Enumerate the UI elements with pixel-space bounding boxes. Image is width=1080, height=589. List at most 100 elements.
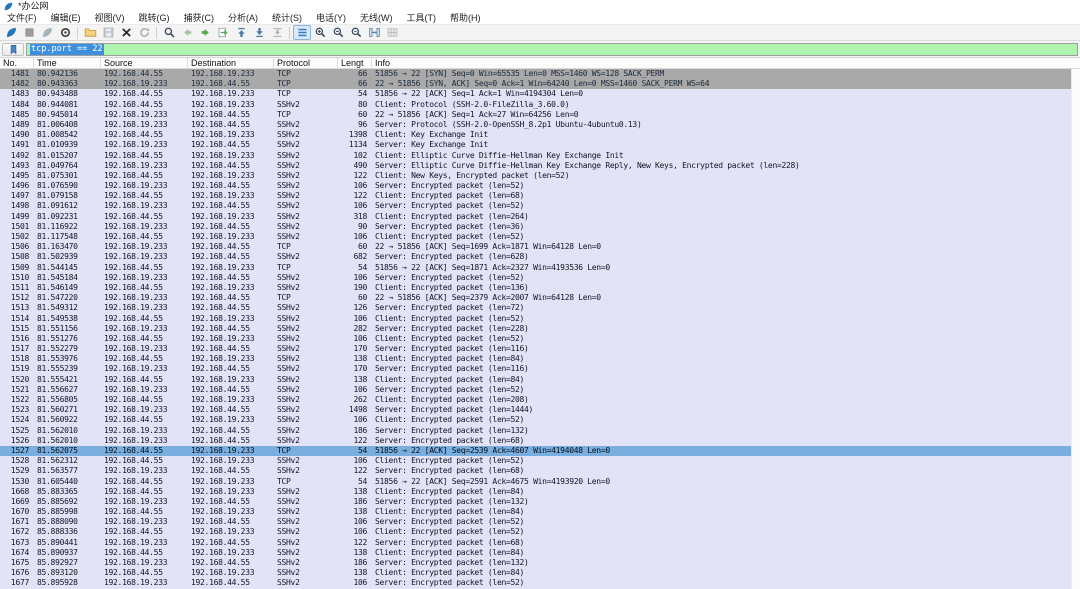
packet-row[interactable]: 149381.049764192.168.19.233192.168.44.55… [0,161,1071,171]
menu-item-2[interactable]: 视图(V) [88,13,132,24]
menu-item-1[interactable]: 编辑(E) [44,13,88,24]
packet-row[interactable]: 148380.943488192.168.44.55192.168.19.233… [0,89,1071,99]
packet-row[interactable]: 151281.547220192.168.19.233192.168.44.55… [0,293,1071,303]
auto-scroll-icon[interactable] [268,25,286,40]
menu-item-3[interactable]: 跳转(G) [132,13,177,24]
column-header-no[interactable]: No. [0,58,34,68]
menu-item-6[interactable]: 统计(S) [265,13,309,24]
reload-file-icon[interactable] [135,25,153,40]
packet-row[interactable]: 150981.544145192.168.44.55192.168.19.233… [0,263,1071,273]
packet-row[interactable]: 149681.076590192.168.19.233192.168.44.55… [0,181,1071,191]
packet-row[interactable]: 150281.117548192.168.44.55192.168.19.233… [0,232,1071,242]
cell-info: Server: Encrypted packet (len=52) [372,385,1071,395]
packet-row[interactable]: 151081.545184192.168.19.233192.168.44.55… [0,273,1071,283]
packet-row[interactable]: 152381.560271192.168.19.233192.168.44.55… [0,405,1071,415]
go-forward-icon[interactable] [196,25,214,40]
packet-row[interactable]: 152581.562010192.168.19.233192.168.44.55… [0,426,1071,436]
cell-time: 80.945014 [34,110,101,120]
packet-row[interactable]: 151681.551276192.168.44.55192.168.19.233… [0,334,1071,344]
column-header-dest[interactable]: Destination [188,58,274,68]
packet-row[interactable]: 167785.895928192.168.19.233192.168.44.55… [0,578,1071,588]
packet-row[interactable]: 167285.888336192.168.44.55192.168.19.233… [0,527,1071,537]
colorize-packets-icon[interactable] [293,25,311,40]
go-last-packet-icon[interactable] [250,25,268,40]
restart-capture-icon[interactable] [38,25,56,40]
menu-item-8[interactable]: 无线(W) [353,13,400,24]
packet-row[interactable]: 149281.015207192.168.44.55192.168.19.233… [0,151,1071,161]
cell-time: 81.117548 [34,232,101,242]
zoom-original-icon[interactable] [347,25,365,40]
packet-row[interactable]: 149881.091612192.168.19.233192.168.44.55… [0,201,1071,211]
zoom-out-icon[interactable] [329,25,347,40]
column-preferences-icon[interactable] [383,25,401,40]
packet-row[interactable]: 149181.010939192.168.19.233192.168.44.55… [0,140,1071,150]
packet-row[interactable]: 151781.552279192.168.19.233192.168.44.55… [0,344,1071,354]
packet-row[interactable]: 152081.555421192.168.44.55192.168.19.233… [0,375,1071,385]
menu-item-5[interactable]: 分析(A) [221,13,265,24]
display-filter-input[interactable]: tcp.port == 22 [26,43,1078,56]
packet-row[interactable]: 151981.555239192.168.19.233192.168.44.55… [0,364,1071,374]
packet-row[interactable]: 149781.079158192.168.44.55192.168.19.233… [0,191,1071,201]
menu-item-4[interactable]: 捕获(C) [177,13,222,24]
column-header-len[interactable]: Lengt [338,58,372,68]
packet-row[interactable]: 166985.885692192.168.19.233192.168.44.55… [0,497,1071,507]
column-header-info[interactable]: Info [372,58,1080,68]
menu-item-7[interactable]: 电话(Y) [309,13,353,24]
packet-row[interactable]: 167085.885998192.168.44.55192.168.19.233… [0,507,1071,517]
packet-row[interactable]: 151481.549538192.168.44.55192.168.19.233… [0,314,1071,324]
packet-row[interactable]: 150881.502939192.168.19.233192.168.44.55… [0,252,1071,262]
packet-row[interactable]: 148580.945014192.168.19.233192.168.44.55… [0,110,1071,120]
packet-row[interactable]: 148180.942136192.168.44.55192.168.19.233… [0,69,1071,79]
packet-row[interactable]: 150181.116922192.168.19.233192.168.44.55… [0,222,1071,232]
go-back-icon[interactable] [178,25,196,40]
menu-item-0[interactable]: 文件(F) [0,13,44,24]
packet-row[interactable]: 149981.092231192.168.44.55192.168.19.233… [0,212,1071,222]
cell-proto: SSHv2 [274,161,338,171]
cell-time: 81.049764 [34,161,101,171]
packet-row[interactable]: 152881.562312192.168.44.55192.168.19.233… [0,456,1071,466]
packet-row[interactable]: 166885.883365192.168.44.55192.168.19.233… [0,487,1071,497]
column-header-proto[interactable]: Protocol [274,58,338,68]
packet-row[interactable]: 151381.549312192.168.19.233192.168.44.55… [0,303,1071,313]
column-header-source[interactable]: Source [101,58,188,68]
stop-capture-icon[interactable] [20,25,38,40]
cell-proto: SSHv2 [274,497,338,507]
packet-row[interactable]: 153081.605440192.168.44.55192.168.19.233… [0,477,1071,487]
packet-row[interactable]: 151581.551156192.168.19.233192.168.44.55… [0,324,1071,334]
packet-row[interactable]: 148981.006408192.168.19.233192.168.44.55… [0,120,1071,130]
packet-row[interactable]: 148480.944081192.168.44.55192.168.19.233… [0,100,1071,110]
save-file-icon[interactable] [99,25,117,40]
go-first-packet-icon[interactable] [232,25,250,40]
find-packet-icon[interactable] [160,25,178,40]
packet-row[interactable]: 152681.562010192.168.19.233192.168.44.55… [0,436,1071,446]
packet-row[interactable]: 149581.075301192.168.44.55192.168.19.233… [0,171,1071,181]
menu-item-9[interactable]: 工具(T) [400,13,444,24]
packet-row[interactable]: 149081.008542192.168.44.55192.168.19.233… [0,130,1071,140]
zoom-in-icon[interactable] [311,25,329,40]
packet-row[interactable]: 150681.163470192.168.19.233192.168.44.55… [0,242,1071,252]
packet-row[interactable]: 151881.553976192.168.44.55192.168.19.233… [0,354,1071,364]
packet-row[interactable]: 167685.893120192.168.44.55192.168.19.233… [0,568,1071,578]
packet-row[interactable]: 152481.560922192.168.44.55192.168.19.233… [0,415,1071,425]
cell-dest: 192.168.44.55 [188,79,274,89]
start-capture-icon[interactable] [2,25,20,40]
packet-row[interactable]: 167485.890937192.168.44.55192.168.19.233… [0,548,1071,558]
capture-options-icon[interactable] [56,25,74,40]
packet-row[interactable]: 152281.556805192.168.44.55192.168.19.233… [0,395,1071,405]
column-header-time[interactable]: Time [34,58,101,68]
packet-row[interactable]: 167385.890441192.168.19.233192.168.44.55… [0,538,1071,548]
resize-columns-icon[interactable] [365,25,383,40]
packet-row[interactable]: 167185.888090192.168.19.233192.168.44.55… [0,517,1071,527]
go-to-packet-icon[interactable] [214,25,232,40]
packet-row[interactable]: 152781.562075192.168.44.55192.168.19.233… [0,446,1071,456]
packet-row[interactable]: 152981.563577192.168.19.233192.168.44.55… [0,466,1071,476]
packet-row[interactable]: 148280.943363192.168.19.233192.168.44.55… [0,79,1071,89]
packet-row[interactable]: 151181.546149192.168.44.55192.168.19.233… [0,283,1071,293]
menu-item-10[interactable]: 帮助(H) [443,13,488,24]
packet-row[interactable]: 152181.556627192.168.19.233192.168.44.55… [0,385,1071,395]
packet-row[interactable]: 167585.892927192.168.19.233192.168.44.55… [0,558,1071,568]
close-file-icon[interactable] [117,25,135,40]
open-file-icon[interactable] [81,25,99,40]
vertical-scrollbar[interactable] [1071,69,1080,589]
filter-bookmark-button[interactable] [2,43,24,56]
